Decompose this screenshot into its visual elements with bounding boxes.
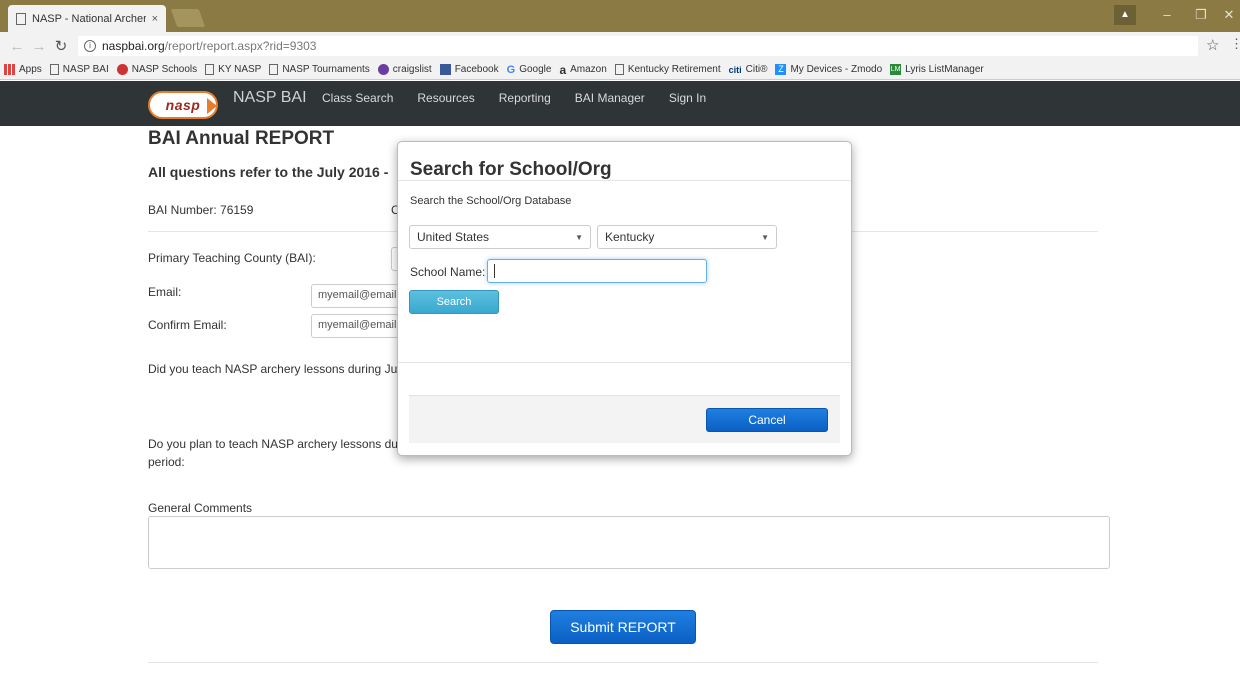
email-label: Email: (148, 285, 182, 299)
modal-header-divider (398, 180, 851, 181)
bookmark-apps[interactable]: Apps (4, 64, 42, 75)
peace-icon (377, 64, 389, 75)
chevron-down-icon: ▼ (761, 232, 769, 242)
bookmark-lyris[interactable]: LM Lyris ListManager (890, 64, 984, 75)
modal-description: Search the School/Org Database (410, 195, 572, 207)
bai-number: BAI Number: 76159 (148, 203, 254, 217)
county-label: Primary Teaching County (BAI): (148, 251, 316, 265)
search-button[interactable]: Search (409, 290, 499, 314)
report-period-heading: All questions refer to the July 2016 - (148, 164, 389, 180)
nav-bai-manager[interactable]: BAI Manager (575, 91, 645, 105)
nasp-icon (116, 64, 128, 75)
minimize-icon[interactable]: – (1152, 5, 1182, 25)
lyris-icon: LM (890, 64, 902, 75)
page-icon (269, 64, 279, 75)
tab-close-icon[interactable]: × (152, 13, 158, 25)
country-select[interactable]: United States ▼ (409, 225, 591, 249)
bookmark-nasp-schools[interactable]: NASP Schools (116, 64, 197, 75)
footer-divider (148, 662, 1098, 663)
url-domain: naspbai.org (102, 39, 165, 53)
bookmark-craigslist[interactable]: craigslist (377, 64, 432, 75)
bookmark-google[interactable]: G Google (507, 64, 552, 76)
url-path: /report/report.aspx?rid=9303 (164, 39, 317, 53)
url-bar[interactable]: i naspbai.org /report/report.aspx?rid=93… (78, 36, 1198, 56)
bookmark-nasp-tournaments[interactable]: NASP Tournaments (269, 64, 370, 75)
comments-label: General Comments (148, 501, 253, 515)
bookmark-ky-nasp[interactable]: KY NASP (205, 64, 261, 75)
nav-class-search[interactable]: Class Search (322, 91, 393, 105)
back-arrow-icon[interactable]: ← (6, 38, 28, 55)
school-name-label: School Name: (410, 265, 486, 279)
tab-title: NASP - National Archery (32, 12, 146, 25)
address-bar-row: ← → ↻ i naspbai.org /report/report.aspx?… (0, 32, 1240, 60)
question-taught-lessons: Did you teach NASP archery lessons durin… (148, 362, 416, 376)
school-search-modal: Search for School/Org Search the School/… (397, 141, 852, 456)
page-icon (614, 64, 624, 75)
email-field[interactable]: myemail@email (311, 284, 401, 308)
new-tab-button[interactable] (170, 9, 206, 27)
brand-link[interactable]: NASP BAI (233, 89, 307, 107)
modal-title: Search for School/Org (410, 159, 612, 180)
country-select-value: United States (417, 230, 490, 244)
reload-icon[interactable]: ↻ (50, 37, 72, 55)
bookmark-kentucky-retirement[interactable]: Kentucky Retirement (614, 64, 721, 75)
submit-report-button[interactable]: Submit REPORT (550, 610, 696, 644)
question-plan-lessons: Do you plan to teach NASP archery lesson… (148, 437, 412, 451)
school-name-input[interactable] (487, 259, 707, 283)
modal-footer: Cancel (409, 395, 840, 443)
site-navbar: nasp NASP BAI Class Search Resources Rep… (0, 81, 1240, 126)
apps-grid-icon (4, 64, 15, 75)
modal-body-divider (398, 362, 851, 363)
nav-reporting[interactable]: Reporting (499, 91, 551, 105)
bookmark-amazon[interactable]: a Amazon (559, 63, 606, 77)
page-icon (16, 12, 26, 25)
user-profile-icon[interactable]: ▲ (1114, 5, 1136, 25)
nasp-logo[interactable]: nasp (148, 91, 218, 119)
comments-textarea[interactable] (148, 516, 1110, 569)
zmodo-icon: Z (775, 64, 787, 75)
forward-arrow-icon[interactable]: → (28, 38, 50, 55)
browser-tab[interactable]: NASP - National Archery × (8, 5, 166, 32)
nav-links: Class Search Resources Reporting BAI Man… (322, 91, 730, 105)
window-close-icon[interactable]: ✕ (1218, 5, 1240, 25)
cancel-button[interactable]: Cancel (706, 408, 828, 432)
question-plan-lessons-cont: period: (148, 455, 185, 469)
citi-icon: citi (728, 64, 742, 75)
menu-kebab-icon[interactable]: ⋮ (1230, 36, 1240, 52)
bookmarks-bar: Apps NASP BAI NASP Schools KY NASP NASP … (0, 60, 1240, 80)
nav-sign-in[interactable]: Sign In (669, 91, 706, 105)
bookmark-star-icon[interactable]: ☆ (1206, 36, 1219, 54)
page-icon (205, 64, 215, 75)
page-icon (49, 64, 59, 75)
confirm-email-label: Confirm Email: (148, 318, 227, 332)
page-title: BAI Annual REPORT (148, 128, 335, 149)
state-select-value: Kentucky (605, 230, 655, 244)
bookmark-facebook[interactable]: Facebook (439, 64, 499, 75)
bookmark-citi[interactable]: citi Citi® (729, 64, 768, 75)
amazon-icon: a (559, 62, 567, 77)
confirm-email-field[interactable]: myemail@email (311, 314, 401, 338)
bookmark-nasp-bai[interactable]: NASP BAI (49, 64, 109, 75)
google-icon: G (506, 63, 516, 76)
info-icon[interactable]: i (84, 40, 96, 52)
maximize-icon[interactable]: ❐ (1186, 5, 1216, 25)
nav-resources[interactable]: Resources (417, 91, 474, 105)
browser-title-bar: NASP - National Archery × ▲ – ❐ ✕ (0, 0, 1240, 32)
facebook-icon (439, 64, 451, 75)
state-select[interactable]: Kentucky ▼ (597, 225, 777, 249)
bookmark-zmodo[interactable]: Z My Devices - Zmodo (775, 64, 882, 75)
text-cursor (494, 264, 495, 278)
chevron-down-icon: ▼ (575, 232, 583, 242)
